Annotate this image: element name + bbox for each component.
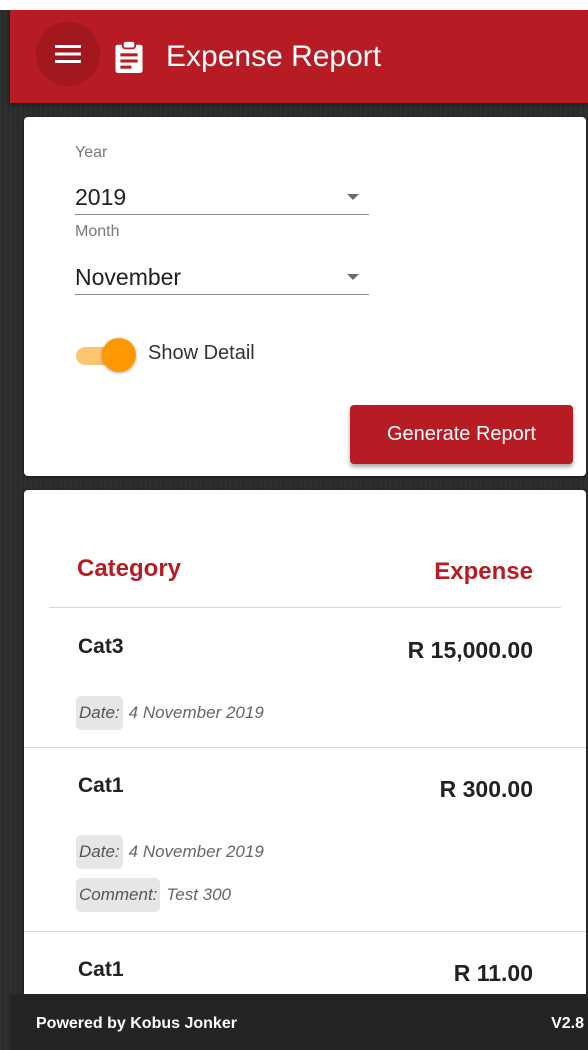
date-value: 4 November 2019 — [128, 703, 264, 722]
chevron-down-icon — [347, 274, 359, 280]
row-divider — [24, 931, 586, 932]
top-strip — [0, 0, 588, 10]
row-1-date: Date: 4 November 2019 — [76, 696, 264, 730]
row-divider — [24, 747, 586, 748]
row-2-date: Date: 4 November 2019 — [76, 835, 264, 869]
row-2-amount: R 300.00 — [439, 776, 533, 802]
app-bar: Expense Report — [10, 10, 588, 103]
row-2-comment: Comment: Test 300 — [76, 878, 231, 912]
show-detail-label: Show Detail — [148, 342, 255, 364]
generate-report-button[interactable]: Generate Report — [350, 405, 573, 464]
month-select[interactable]: November — [75, 258, 369, 295]
row-1-amount: R 15,000.00 — [407, 637, 533, 663]
app-title: Expense Report — [166, 40, 382, 73]
chevron-down-icon — [347, 194, 359, 200]
row-3-amount: R 11.00 — [453, 960, 533, 986]
date-label-chip: Date: — [76, 835, 123, 869]
year-select[interactable]: 2019 — [75, 178, 369, 215]
row-3-category: Cat1 — [78, 958, 124, 981]
menu-button[interactable] — [36, 22, 100, 86]
hamburger-menu-icon — [55, 45, 81, 63]
date-label-chip: Date: — [76, 696, 123, 730]
show-detail-toggle[interactable] — [76, 337, 136, 373]
report-card: Category Expense Cat3 R 15,000.00 Date: … — [24, 490, 586, 1010]
expense-header: Expense — [434, 558, 533, 585]
powered-by-text: Powered by Kobus Jonker — [36, 1015, 237, 1032]
month-label: Month — [75, 223, 120, 240]
toggle-thumb — [102, 338, 136, 372]
version-text: V2.8 — [551, 1015, 584, 1032]
category-header: Category — [77, 555, 182, 582]
footer: Powered by Kobus Jonker V2.8 — [10, 994, 588, 1050]
filter-card: Year 2019 Month November Show Detail Gen… — [24, 117, 586, 476]
date-value: 4 November 2019 — [128, 842, 264, 861]
header-divider — [49, 607, 561, 608]
row-1-category: Cat3 — [78, 635, 124, 658]
year-label: Year — [75, 144, 108, 161]
row-2-category: Cat1 — [78, 774, 124, 797]
comment-label-chip: Comment: — [76, 878, 161, 912]
comment-value: Test 300 — [166, 885, 232, 904]
clipboard-icon — [115, 41, 143, 73]
month-value: November — [75, 264, 182, 290]
year-value: 2019 — [75, 184, 127, 210]
